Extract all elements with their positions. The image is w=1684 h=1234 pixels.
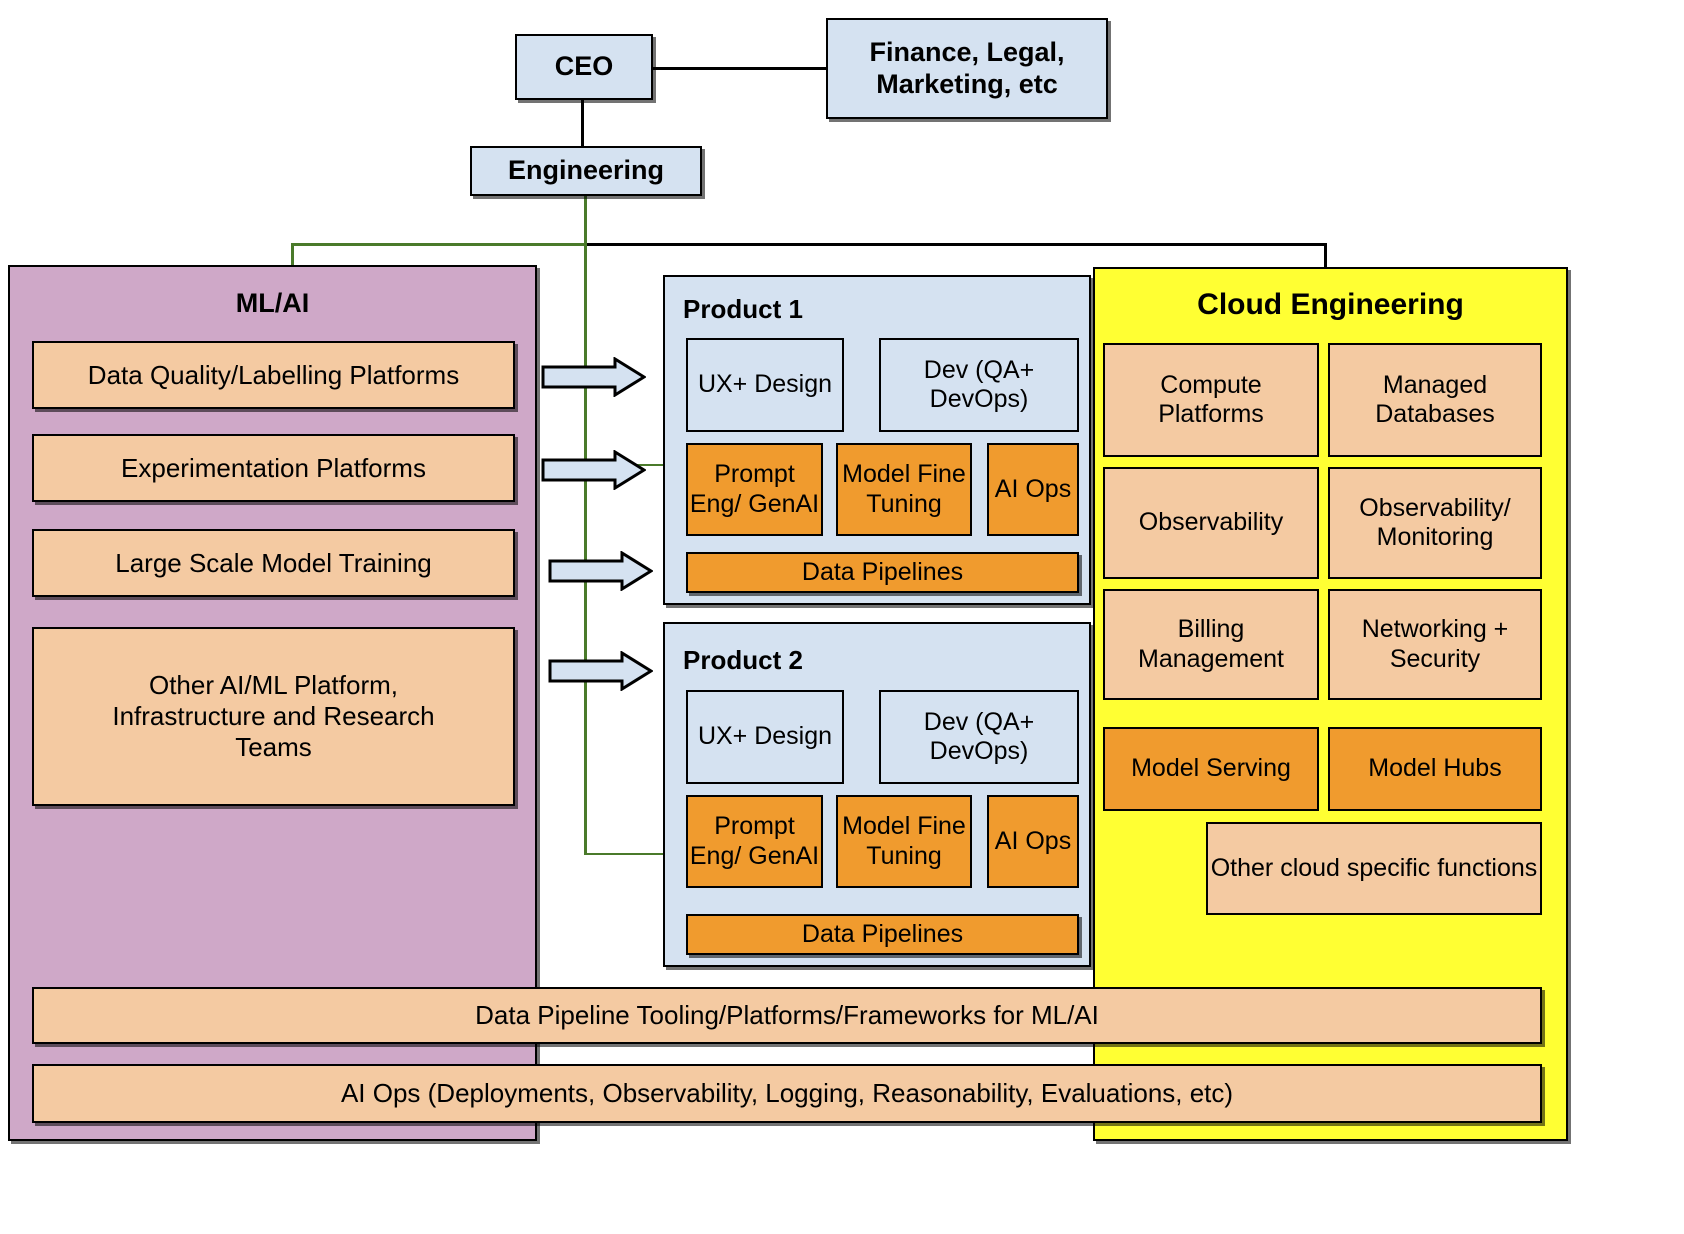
product-2-dev-label: Dev (QA+ DevOps) [923, 707, 1035, 766]
product-2-data-pipelines[interactable]: Data Pipelines [686, 914, 1079, 955]
product-1-model-fine-tuning-label: Model Fine Tuning [842, 460, 966, 518]
cloud-model-serving-label: Model Serving [1131, 754, 1291, 783]
connector-engineering-trunk [584, 194, 587, 246]
connector-green-spine [584, 243, 587, 855]
product-1-model-fine-tuning[interactable]: Model Fine Tuning [836, 443, 972, 536]
cloud-other-functions[interactable]: Other cloud specific functions [1206, 822, 1542, 915]
product-2-ai-ops-label: AI Ops [994, 826, 1072, 855]
arrow-mlai-to-product-2 [548, 651, 653, 691]
cloud-managed-databases-label: Managed Databases [1375, 370, 1495, 429]
product-2-data-pipelines-label: Data Pipelines [801, 919, 964, 948]
product-1-dev[interactable]: Dev (QA+ DevOps) [879, 338, 1079, 432]
cloud-billing-management-label: Billing Management [1138, 615, 1284, 673]
mlai-item-2[interactable]: Large Scale Model Training [32, 529, 515, 597]
connector-ceo-to-engineering [581, 99, 584, 146]
ai-ops-bar-label: AI Ops (Deployments, Observability, Logg… [340, 1078, 1234, 1109]
cloud-compute-platforms[interactable]: Compute Platforms [1103, 343, 1319, 457]
product-2-prompt-eng-label: Prompt Eng/ GenAI [689, 812, 820, 870]
product-2-ux-design[interactable]: UX+ Design [686, 690, 844, 784]
cloud-observability[interactable]: Observability [1103, 467, 1319, 579]
product-1-ux-design-label: UX+ Design [697, 370, 833, 399]
product-2-dev[interactable]: Dev (QA+ DevOps) [879, 690, 1079, 784]
data-pipeline-tooling-label: Data Pipeline Tooling/Platforms/Framewor… [475, 1000, 1099, 1031]
product-2-model-fine-tuning[interactable]: Model Fine Tuning [836, 795, 972, 888]
product-1-data-pipelines[interactable]: Data Pipelines [686, 552, 1079, 593]
engineering-label: Engineering [507, 155, 664, 186]
cloud-model-hubs[interactable]: Model Hubs [1328, 727, 1542, 811]
product-2-title-label: Product 2 [683, 645, 803, 675]
cloud-managed-databases[interactable]: Managed Databases [1328, 343, 1542, 457]
mlai-title: ML/AI [8, 288, 537, 319]
connector-drop-cloud [1324, 243, 1327, 268]
data-pipeline-tooling-bar[interactable]: Data Pipeline Tooling/Platforms/Framewor… [32, 987, 1542, 1044]
engineering-box[interactable]: Engineering [470, 146, 702, 196]
product-1-prompt-eng-label: Prompt Eng/ GenAI [689, 460, 820, 518]
arrow-mlai-to-product-1-c [548, 551, 653, 591]
product-1-ai-ops[interactable]: AI Ops [987, 443, 1079, 536]
org-chart-diagram: CEO Finance, Legal, Marketing, etc Engin… [0, 0, 1684, 1234]
cloud-model-hubs-label: Model Hubs [1368, 754, 1502, 783]
cloud-model-serving[interactable]: Model Serving [1103, 727, 1319, 811]
mlai-item-0-label: Data Quality/Labelling Platforms [87, 359, 460, 390]
product-2-ux-design-label: UX+ Design [697, 722, 833, 751]
product-1-ai-ops-label: AI Ops [994, 474, 1072, 503]
ai-ops-bar[interactable]: AI Ops (Deployments, Observability, Logg… [32, 1064, 1542, 1123]
cloud-engineering-title: Cloud Engineering [1093, 288, 1568, 322]
mlai-item-3-label: Other AI/ML Platform, Infrastructure and… [112, 670, 435, 762]
mlai-item-0[interactable]: Data Quality/Labelling Platforms [32, 341, 515, 409]
cloud-networking-security[interactable]: Networking + Security [1328, 589, 1542, 700]
mlai-item-3[interactable]: Other AI/ML Platform, Infrastructure and… [32, 627, 515, 806]
product-1-ux-design[interactable]: UX+ Design [686, 338, 844, 432]
product-2-ai-ops[interactable]: AI Ops [987, 795, 1079, 888]
mlai-item-1[interactable]: Experimentation Platforms [32, 434, 515, 502]
mlai-item-2-label: Large Scale Model Training [115, 547, 432, 578]
connector-bus-right [584, 243, 1327, 246]
cloud-compute-platforms-label: Compute Platforms [1158, 370, 1264, 429]
mlai-item-1-label: Experimentation Platforms [121, 452, 426, 483]
ceo-label: CEO [554, 51, 614, 82]
side-functions-box[interactable]: Finance, Legal, Marketing, etc [826, 18, 1108, 119]
connector-green-to-product-2 [584, 853, 670, 855]
arrow-mlai-to-product-1-a [541, 357, 646, 397]
product-1-data-pipelines-label: Data Pipelines [801, 557, 964, 586]
arrow-mlai-to-product-1-b [541, 450, 646, 490]
product-1-prompt-eng[interactable]: Prompt Eng/ GenAI [686, 443, 823, 536]
connector-bus-left [291, 243, 587, 246]
side-functions-label: Finance, Legal, Marketing, etc [869, 36, 1065, 99]
cloud-observability-monitoring[interactable]: Observability/ Monitoring [1328, 467, 1542, 579]
connector-drop-mlai [291, 243, 294, 266]
product-2-model-fine-tuning-label: Model Fine Tuning [842, 812, 966, 870]
product-2-title: Product 2 [683, 645, 923, 676]
cloud-engineering-title-label: Cloud Engineering [1197, 288, 1464, 321]
product-1-dev-label: Dev (QA+ DevOps) [923, 355, 1035, 414]
cloud-billing-management[interactable]: Billing Management [1103, 589, 1319, 700]
cloud-networking-security-label: Networking + Security [1361, 615, 1509, 673]
cloud-other-functions-label: Other cloud specific functions [1210, 853, 1538, 882]
cloud-observability-monitoring-label: Observability/ Monitoring [1359, 493, 1511, 552]
mlai-title-label: ML/AI [235, 288, 310, 318]
product-2-prompt-eng[interactable]: Prompt Eng/ GenAI [686, 795, 823, 888]
product-1-title: Product 1 [683, 294, 923, 325]
cloud-observability-label: Observability [1138, 508, 1284, 537]
connector-ceo-to-side-functions [652, 67, 827, 70]
ceo-box[interactable]: CEO [515, 34, 653, 100]
product-1-title-label: Product 1 [683, 294, 803, 324]
